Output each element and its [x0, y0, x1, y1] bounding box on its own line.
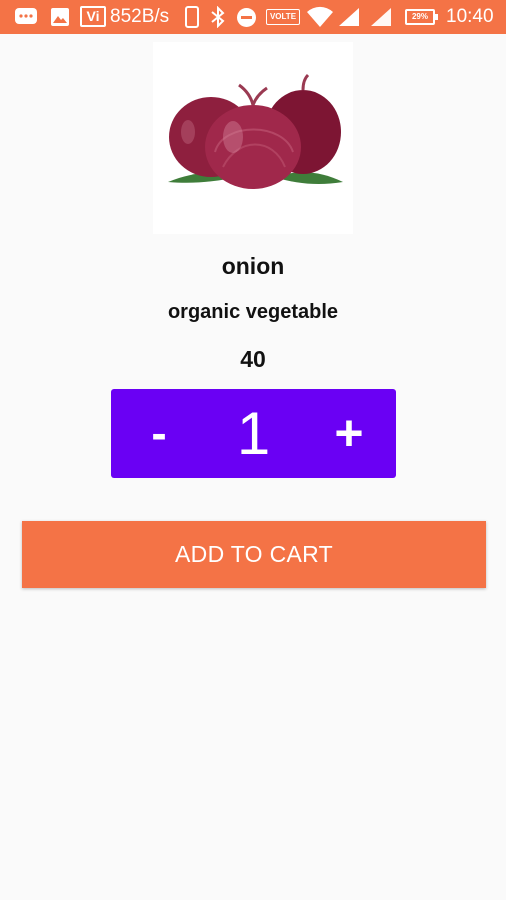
onion-image — [153, 42, 353, 234]
signal-icon — [371, 8, 391, 26]
quantity-stepper: - 1 + — [111, 389, 396, 478]
add-to-cart-button[interactable]: ADD TO CART — [22, 521, 486, 588]
product-price: 40 — [240, 346, 266, 372]
message-icon — [15, 8, 37, 24]
bluetooth-icon — [211, 6, 225, 28]
increment-button[interactable]: + — [319, 389, 379, 478]
image-icon — [51, 8, 69, 26]
phone-icon — [185, 6, 199, 28]
clock: 10:40 — [446, 6, 494, 27]
carrier-badge: Vi — [80, 6, 106, 27]
quantity-value: 1 — [236, 400, 271, 467]
decrement-button[interactable]: - — [131, 389, 187, 478]
status-bar: Vi 852B/s VOLTE 29% 10:40 — [0, 0, 506, 34]
battery-icon: 29% — [405, 9, 438, 25]
network-speed: 852B/s — [110, 6, 170, 27]
volte-badge: VOLTE — [266, 9, 300, 25]
signal-icon — [339, 8, 359, 26]
product-name: onion — [221, 253, 285, 279]
dnd-icon — [237, 8, 256, 27]
wifi-icon — [307, 6, 333, 27]
product-category: organic vegetable — [167, 301, 339, 323]
